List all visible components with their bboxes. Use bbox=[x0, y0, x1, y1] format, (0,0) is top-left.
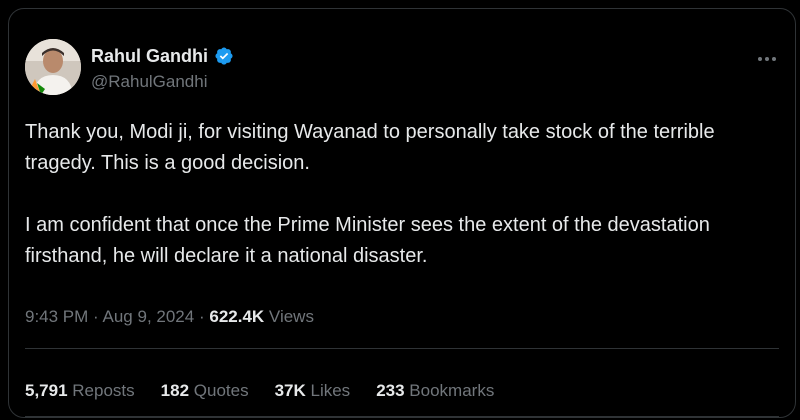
meta-separator: · bbox=[198, 307, 205, 326]
tweet-card: Rahul Gandhi @RahulGandhi Thank you, Mod… bbox=[8, 8, 796, 418]
tweet-paragraph-2: I am confident that once the Prime Minis… bbox=[25, 214, 710, 267]
reposts-stat[interactable]: 5,791 Reposts bbox=[25, 381, 135, 401]
reposts-count: 5,791 bbox=[25, 381, 68, 400]
bookmarks-count: 233 bbox=[376, 381, 405, 400]
handle[interactable]: @RahulGandhi bbox=[91, 71, 234, 93]
meta-separator: · bbox=[93, 307, 99, 326]
quotes-label: Quotes bbox=[193, 381, 249, 400]
verified-badge-icon bbox=[215, 47, 233, 65]
tweet-paragraph-1: Thank you, Modi ji, for visiting Wayanad… bbox=[25, 121, 715, 174]
more-options-icon[interactable] bbox=[753, 49, 781, 69]
views-count: 622.4K bbox=[209, 307, 265, 326]
display-name[interactable]: Rahul Gandhi bbox=[91, 45, 208, 67]
divider bbox=[25, 348, 779, 349]
tweet-date[interactable]: Aug 9, 2024 bbox=[103, 307, 195, 326]
avatar[interactable] bbox=[25, 39, 81, 95]
bookmarks-stat[interactable]: 233 Bookmarks bbox=[376, 381, 494, 401]
tweet-time[interactable]: 9:43 PM bbox=[25, 307, 88, 326]
engagement-stats: 5,791 Reposts 182 Quotes 37K Likes 233 B… bbox=[25, 381, 494, 401]
divider bbox=[25, 416, 779, 417]
tweet-text: Thank you, Modi ji, for visiting Wayanad… bbox=[25, 117, 785, 272]
views-label: Views bbox=[268, 307, 314, 326]
likes-count: 37K bbox=[274, 381, 306, 400]
likes-stat[interactable]: 37K Likes bbox=[275, 381, 351, 401]
quotes-stat[interactable]: 182 Quotes bbox=[161, 381, 249, 401]
reposts-label: Reposts bbox=[72, 381, 135, 400]
quotes-count: 182 bbox=[160, 381, 190, 400]
tweet-meta: 9:43 PM · Aug 9, 2024 · 622.4K Views bbox=[25, 307, 314, 327]
avatar-image bbox=[25, 39, 81, 95]
tweet-header: Rahul Gandhi @RahulGandhi bbox=[25, 39, 785, 95]
likes-label: Likes bbox=[310, 381, 351, 400]
bookmarks-label: Bookmarks bbox=[409, 381, 495, 400]
